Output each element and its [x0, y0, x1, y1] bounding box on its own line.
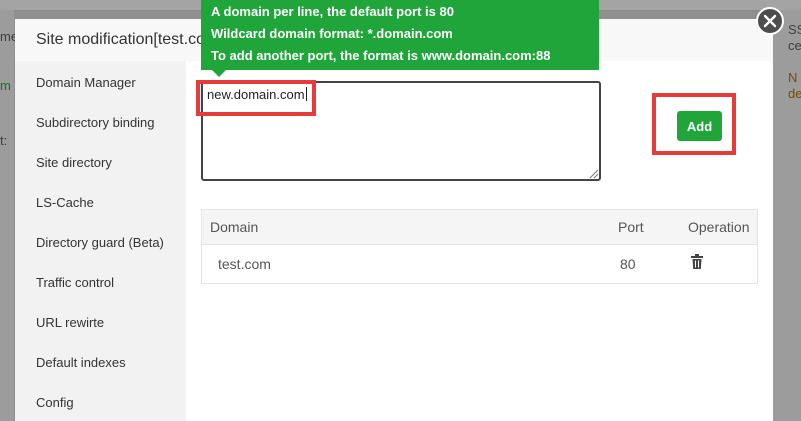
add-button[interactable]: Add [677, 111, 722, 141]
close-icon[interactable] [756, 7, 784, 35]
sidebar-item-site-directory[interactable]: Site directory [36, 155, 112, 170]
sidebar-item-directory-guard[interactable]: Directory guard (Beta) [36, 235, 164, 250]
background-left-text: m [0, 78, 11, 93]
sidebar-item-url-rewrite[interactable]: URL rewirte [36, 315, 104, 330]
background-left-text: t: [0, 133, 8, 148]
sidebar-item-subdirectory-binding[interactable]: Subdirectory binding [36, 115, 155, 130]
background-right-text: ce [788, 38, 801, 53]
port-cell: 80 [620, 256, 636, 272]
background-right-text: de [788, 86, 801, 101]
sidebar-item-domain-manager[interactable]: Domain Manager [36, 75, 136, 90]
sidebar-item-traffic-control[interactable]: Traffic control [36, 275, 114, 290]
background-right-text: N [788, 70, 798, 85]
background-left-column [0, 10, 14, 421]
domain-help-tooltip: A domain per line, the default port is 8… [201, 0, 599, 70]
sidebar-item-ls-cache[interactable]: LS-Cache [36, 195, 94, 210]
domain-textarea[interactable] [201, 81, 601, 181]
tooltip-line: Wildcard domain format: *.domain.com [211, 26, 453, 41]
trash-icon[interactable] [690, 254, 704, 270]
tooltip-line: A domain per line, the default port is 8… [211, 4, 454, 19]
column-header-port: Port [618, 219, 644, 235]
domain-cell: test.com [218, 256, 271, 272]
sidebar-item-default-indexes[interactable]: Default indexes [36, 355, 126, 370]
column-header-operation: Operation [688, 219, 750, 235]
tooltip-line: To add another port, the format is www.d… [211, 48, 551, 63]
sidebar: Domain Manager Subdirectory binding Site… [15, 61, 186, 421]
table-header: Domain Port Operation [202, 210, 757, 245]
domain-table: Domain Port Operation test.com 80 [201, 209, 758, 284]
column-header-domain: Domain [210, 219, 259, 235]
background-right-text: SS [788, 22, 801, 37]
sidebar-item-config[interactable]: Config [36, 395, 74, 410]
modal-title: Site modification[test.com [36, 31, 219, 48]
tooltip-arrow [212, 70, 226, 77]
